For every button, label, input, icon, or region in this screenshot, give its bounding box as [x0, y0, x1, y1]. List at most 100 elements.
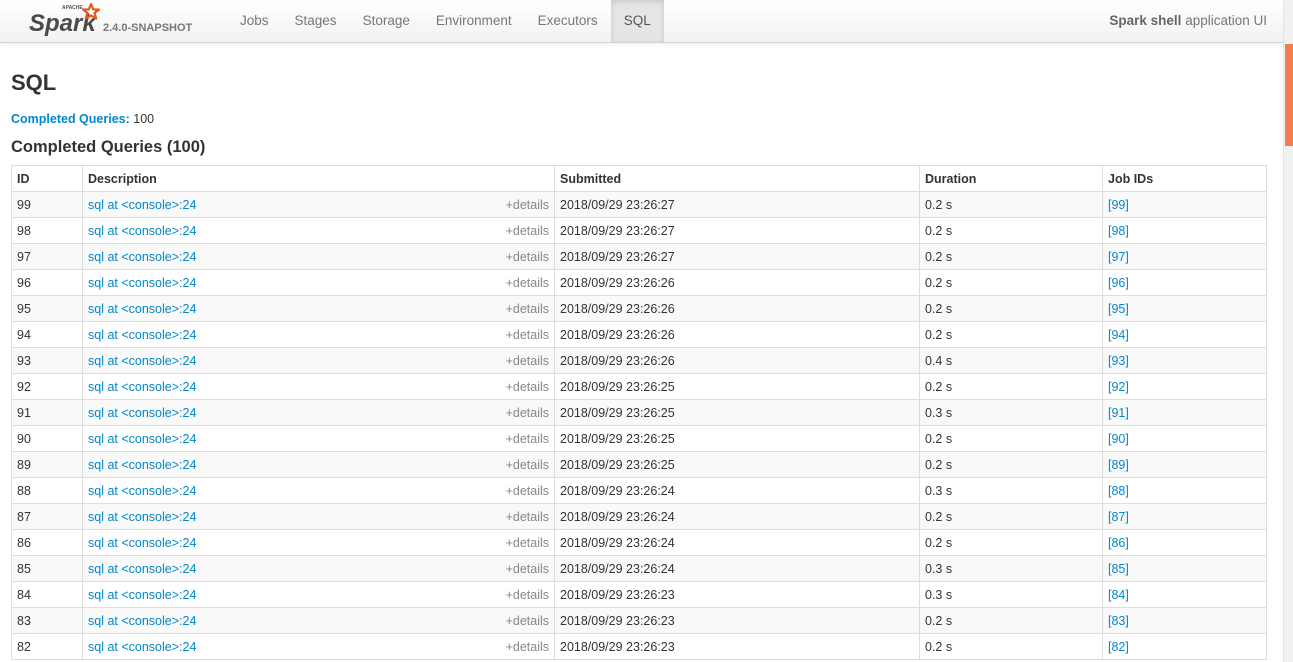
query-id: 90	[11, 425, 83, 452]
table-row: 94 sql at <console>:24 +details 2018/09/29 …	[11, 321, 1267, 348]
submitted-time: 2018/09/29 23:26:26	[554, 347, 920, 374]
description-link[interactable]: sql at <console>:24	[88, 536, 196, 550]
details-toggle[interactable]: +details	[506, 354, 549, 368]
job-id-link[interactable]: [83]	[1108, 614, 1129, 628]
job-id-link[interactable]: [93]	[1108, 354, 1129, 368]
job-id-link[interactable]: [88]	[1108, 484, 1129, 498]
description-cell: sql at <console>:24 +details	[82, 451, 555, 478]
job-id-link[interactable]: [87]	[1108, 510, 1129, 524]
duration: 0.2 s	[919, 633, 1103, 660]
job-id-link[interactable]: [94]	[1108, 328, 1129, 342]
duration: 0.3 s	[919, 477, 1103, 504]
details-toggle[interactable]: +details	[506, 510, 549, 524]
tab-stages[interactable]: Stages	[282, 0, 350, 42]
description-link[interactable]: sql at <console>:24	[88, 484, 196, 498]
job-id-link[interactable]: [98]	[1108, 224, 1129, 238]
submitted-time: 2018/09/29 23:26:24	[554, 529, 920, 556]
job-id-link[interactable]: [82]	[1108, 640, 1129, 654]
table-row: 84 sql at <console>:24 +details 2018/09/29 …	[11, 581, 1267, 608]
description-cell: sql at <console>:24 +details	[82, 347, 555, 374]
table-row: 82 sql at <console>:24 +details 2018/09/29 …	[11, 633, 1267, 660]
description-link[interactable]: sql at <console>:24	[88, 380, 196, 394]
description-link[interactable]: sql at <console>:24	[88, 562, 196, 576]
job-ids-cell: [82]	[1102, 633, 1267, 660]
description-link[interactable]: sql at <console>:24	[88, 614, 196, 628]
description-cell: sql at <console>:24 +details	[82, 581, 555, 608]
description-link[interactable]: sql at <console>:24	[88, 432, 196, 446]
job-ids-cell: [97]	[1102, 243, 1267, 270]
section-title[interactable]: Completed Queries (100)	[11, 138, 205, 157]
table-row: 96 sql at <console>:24 +details 2018/09/29 …	[11, 269, 1267, 296]
summary-value: 100	[133, 112, 155, 126]
job-id-link[interactable]: [86]	[1108, 536, 1129, 550]
details-toggle[interactable]: +details	[506, 484, 549, 498]
job-id-link[interactable]: [84]	[1108, 588, 1129, 602]
col-header-submitted[interactable]: Submitted	[554, 165, 920, 192]
submitted-time: 2018/09/29 23:26:24	[554, 503, 920, 530]
description-link[interactable]: sql at <console>:24	[88, 250, 196, 264]
job-id-link[interactable]: [97]	[1108, 250, 1129, 264]
description-link[interactable]: sql at <console>:24	[88, 458, 196, 472]
details-toggle[interactable]: +details	[506, 302, 549, 316]
details-toggle[interactable]: +details	[506, 276, 549, 290]
details-toggle[interactable]: +details	[506, 380, 549, 394]
details-toggle[interactable]: +details	[506, 250, 549, 264]
job-ids-cell: [99]	[1102, 191, 1267, 218]
details-toggle[interactable]: +details	[506, 588, 549, 602]
scrollbar-thumb[interactable]	[1285, 44, 1293, 146]
tab-environment[interactable]: Environment	[423, 0, 525, 42]
col-header-duration[interactable]: Duration	[919, 165, 1103, 192]
tab-sql[interactable]: SQL	[610, 0, 664, 42]
details-toggle[interactable]: +details	[506, 406, 549, 420]
job-id-link[interactable]: [89]	[1108, 458, 1129, 472]
col-header-job-ids[interactable]: Job IDs	[1102, 165, 1267, 192]
job-id-link[interactable]: [91]	[1108, 406, 1129, 420]
details-toggle[interactable]: +details	[506, 432, 549, 446]
col-header-id[interactable]: ID	[11, 165, 83, 192]
duration: 0.2 s	[919, 217, 1103, 244]
duration: 0.2 s	[919, 425, 1103, 452]
col-header-description[interactable]: Description	[82, 165, 555, 192]
description-link[interactable]: sql at <console>:24	[88, 640, 196, 654]
tab-jobs[interactable]: Jobs	[227, 0, 282, 42]
description-link[interactable]: sql at <console>:24	[88, 406, 196, 420]
details-toggle[interactable]: +details	[506, 224, 549, 238]
table-row: 90 sql at <console>:24 +details 2018/09/29 …	[11, 425, 1267, 452]
summary-label[interactable]: Completed Queries:	[11, 112, 130, 126]
job-id-link[interactable]: [99]	[1108, 198, 1129, 212]
query-id: 89	[11, 451, 83, 478]
description-link[interactable]: sql at <console>:24	[88, 302, 196, 316]
description-link[interactable]: sql at <console>:24	[88, 328, 196, 342]
details-toggle[interactable]: +details	[506, 640, 549, 654]
job-id-link[interactable]: [85]	[1108, 562, 1129, 576]
job-id-link[interactable]: [95]	[1108, 302, 1129, 316]
job-ids-cell: [86]	[1102, 529, 1267, 556]
page-scrollbar[interactable]	[1283, 0, 1293, 662]
job-id-link[interactable]: [92]	[1108, 380, 1129, 394]
description-link[interactable]: sql at <console>:24	[88, 276, 196, 290]
description-link[interactable]: sql at <console>:24	[88, 588, 196, 602]
job-id-link[interactable]: [90]	[1108, 432, 1129, 446]
details-toggle[interactable]: +details	[506, 562, 549, 576]
description-link[interactable]: sql at <console>:24	[88, 354, 196, 368]
submitted-time: 2018/09/29 23:26:26	[554, 269, 920, 296]
job-id-link[interactable]: [96]	[1108, 276, 1129, 290]
description-cell: sql at <console>:24 +details	[82, 243, 555, 270]
description-link[interactable]: sql at <console>:24	[88, 198, 196, 212]
job-ids-cell: [84]	[1102, 581, 1267, 608]
details-toggle[interactable]: +details	[506, 536, 549, 550]
tab-storage[interactable]: Storage	[350, 0, 423, 42]
tab-executors[interactable]: Executors	[525, 0, 611, 42]
spark-logo[interactable]: APACHE Spark	[28, 2, 104, 40]
description-link[interactable]: sql at <console>:24	[88, 224, 196, 238]
description-link[interactable]: sql at <console>:24	[88, 510, 196, 524]
duration: 0.3 s	[919, 581, 1103, 608]
details-toggle[interactable]: +details	[506, 458, 549, 472]
query-id: 97	[11, 243, 83, 270]
app-name-suffix: application UI	[1181, 13, 1267, 28]
details-toggle[interactable]: +details	[506, 328, 549, 342]
query-id: 91	[11, 399, 83, 426]
details-toggle[interactable]: +details	[506, 614, 549, 628]
details-toggle[interactable]: +details	[506, 198, 549, 212]
description-cell: sql at <console>:24 +details	[82, 477, 555, 504]
